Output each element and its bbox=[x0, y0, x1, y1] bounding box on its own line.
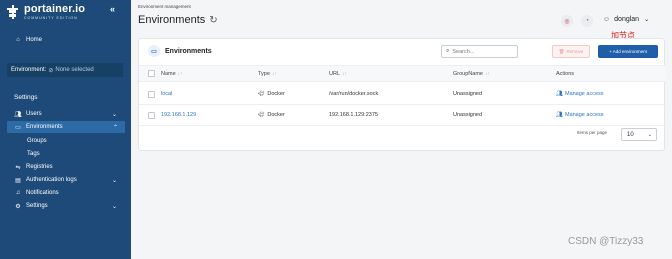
sidebar-item-users[interactable]: 👥︎ Users ⌄ bbox=[0, 108, 131, 120]
username: donglan bbox=[614, 16, 640, 23]
search-input[interactable]: ⌕ Search... bbox=[441, 45, 518, 58]
gear-icon: ⚙ bbox=[15, 203, 21, 210]
no-environment-icon: ⊘ bbox=[48, 67, 54, 74]
user-menu[interactable]: ☺ donglan ⌄ bbox=[603, 16, 649, 23]
sort-icon: ↓↑ bbox=[342, 70, 348, 77]
environment-name-link[interactable]: local bbox=[161, 84, 172, 104]
sidebar-item-label: Environments bbox=[26, 124, 63, 130]
sidebar-item-registries[interactable]: ⇋ Registries bbox=[0, 161, 131, 173]
environment-label: Environment: bbox=[11, 67, 47, 73]
environment-type: 🐳︎ Docker bbox=[258, 91, 285, 97]
users-icon: 👥︎ bbox=[556, 112, 563, 118]
home-icon: ⌂ bbox=[16, 37, 20, 43]
environment-group: Unassigned bbox=[453, 112, 483, 118]
sort-icon: ↓↑ bbox=[484, 70, 490, 77]
sidebar-item-label: Tags bbox=[27, 151, 40, 157]
sidebar-item-label: Users bbox=[26, 111, 42, 117]
sidebar-item-notifications[interactable]: ♫ Notifications bbox=[0, 187, 131, 199]
collapse-sidebar-icon[interactable]: « bbox=[110, 4, 115, 14]
chevron-down-icon: ⌄ bbox=[644, 17, 650, 23]
table-row: local 🐳︎ Docker /var/run/docker.sock Unas… bbox=[139, 84, 666, 105]
auth-logs-icon: ▤ bbox=[15, 177, 21, 184]
bell-icon: ♫ bbox=[15, 190, 21, 196]
page-title: Environments ↻ bbox=[138, 14, 218, 26]
column-type[interactable]: Type ↓↑ bbox=[258, 66, 277, 81]
page-title-text: Environments bbox=[138, 14, 206, 26]
users-icon: 👥︎ bbox=[14, 111, 22, 118]
sidebar-item-groups[interactable]: Groups bbox=[0, 135, 131, 147]
items-per-page-label: Items per page bbox=[577, 130, 608, 135]
help-button[interactable]: ◎ bbox=[561, 15, 573, 27]
sidebar-item-home[interactable]: ⌂ Home bbox=[0, 34, 131, 46]
remove-button-label: Remove bbox=[566, 49, 584, 54]
environment-type: 🐳︎ Docker bbox=[258, 112, 285, 118]
sidebar-item-label: Authentication logs bbox=[26, 177, 77, 183]
table-header: Name ↓↑ Type ↓↑ URL ↓↑ GroupName ↓↑ Actions bbox=[139, 65, 666, 82]
activity-button[interactable]: ◔ bbox=[581, 15, 593, 27]
refresh-icon[interactable]: ↻ bbox=[209, 15, 217, 26]
row-checkbox[interactable] bbox=[148, 111, 155, 119]
card-title-text: Environments bbox=[165, 47, 212, 55]
remove-button[interactable]: 🗑︎ Remove bbox=[552, 45, 590, 58]
column-name[interactable]: Name ↓↑ bbox=[161, 66, 183, 81]
row-checkbox[interactable] bbox=[148, 90, 155, 98]
environment-value: None selected bbox=[55, 67, 94, 73]
sidebar-item-label: Home bbox=[26, 37, 43, 43]
search-icon: ⌕ bbox=[446, 48, 450, 54]
registries-icon: ⇋ bbox=[15, 164, 21, 171]
items-per-page-select[interactable]: 10 ⌄ bbox=[621, 128, 657, 141]
search-placeholder: Search... bbox=[452, 48, 475, 55]
environments-card: ▭ Environments ⌕ Search... 🗑︎ Remove + A… bbox=[138, 38, 666, 151]
column-url[interactable]: URL ↓↑ bbox=[329, 66, 347, 81]
user-icon: ☺ bbox=[603, 16, 611, 23]
environment-url: /var/run/docker.sock bbox=[329, 91, 379, 97]
table-row: 192.168.1.129 🐳︎ Docker 192.168.1.129:237… bbox=[139, 105, 666, 126]
chevron-down-icon: ⌄ bbox=[647, 131, 652, 138]
sidebar-item-settings[interactable]: ⚙ Settings ⌄ bbox=[0, 200, 131, 212]
sidebar-item-label: Settings bbox=[26, 203, 48, 209]
items-per-page-value: 10 bbox=[627, 131, 634, 138]
manage-access-link[interactable]: 👥︎ Manage access bbox=[556, 105, 604, 125]
sidebar-item-label: Groups bbox=[27, 138, 47, 144]
manage-access-link[interactable]: 👥︎ Manage access bbox=[556, 84, 604, 104]
environment-name-link[interactable]: 192.168.1.129 bbox=[161, 105, 196, 125]
chevron-up-icon[interactable]: ⌃ bbox=[113, 124, 118, 131]
column-actions: Actions bbox=[556, 70, 575, 77]
docker-icon: 🐳︎ bbox=[258, 91, 265, 97]
sidebar: portainer.io COMMUNITY EDITION « ⌂ Home … bbox=[0, 0, 131, 259]
select-all-checkbox[interactable] bbox=[148, 70, 155, 77]
logo-text: portainer.io bbox=[24, 3, 86, 15]
sort-icon: ↓↑ bbox=[177, 70, 183, 77]
environment-url: 192.168.1.129:2375 bbox=[329, 112, 378, 118]
trash-icon: 🗑︎ bbox=[558, 48, 565, 54]
card-title: ▭ Environments bbox=[148, 45, 212, 57]
environments-icon: ▭ bbox=[148, 45, 160, 57]
chevron-down-icon[interactable]: ⌄ bbox=[112, 111, 117, 118]
notification-alert-icon: ◎ bbox=[564, 18, 570, 25]
sidebar-item-environments[interactable]: ▭ Environments ⌃ bbox=[7, 121, 125, 133]
environment-selector[interactable]: Environment: ⊘ None selected bbox=[7, 63, 123, 77]
chevron-down-icon[interactable]: ⌄ bbox=[112, 203, 117, 210]
environments-icon: ▭ bbox=[15, 124, 21, 131]
logo[interactable]: portainer.io COMMUNITY EDITION bbox=[7, 4, 85, 20]
breadcrumb: Environment management bbox=[138, 4, 191, 9]
sort-icon: ↓↑ bbox=[271, 70, 277, 77]
clock-alert-icon: ◔ bbox=[585, 18, 589, 24]
logo-subtitle: COMMUNITY EDITION bbox=[24, 16, 78, 20]
chevron-down-icon[interactable]: ⌄ bbox=[112, 177, 117, 184]
watermark: CSDN @Tizzy33 bbox=[568, 236, 644, 247]
docker-icon: 🐳︎ bbox=[258, 112, 265, 118]
sidebar-item-auth-logs[interactable]: ▤ Authentication logs ⌄ bbox=[0, 174, 131, 186]
add-environment-button[interactable]: + Add environment bbox=[598, 45, 658, 58]
environment-group: Unassigned bbox=[453, 91, 483, 97]
sidebar-item-tags[interactable]: Tags bbox=[0, 148, 131, 160]
column-groupname[interactable]: GroupName ↓↑ bbox=[453, 66, 490, 81]
sidebar-item-label: Notifications bbox=[26, 190, 59, 196]
settings-section-label: Settings bbox=[14, 94, 38, 101]
sidebar-item-label: Registries bbox=[26, 164, 53, 170]
users-icon: 👥︎ bbox=[556, 91, 563, 97]
portainer-logo-icon bbox=[7, 5, 21, 19]
